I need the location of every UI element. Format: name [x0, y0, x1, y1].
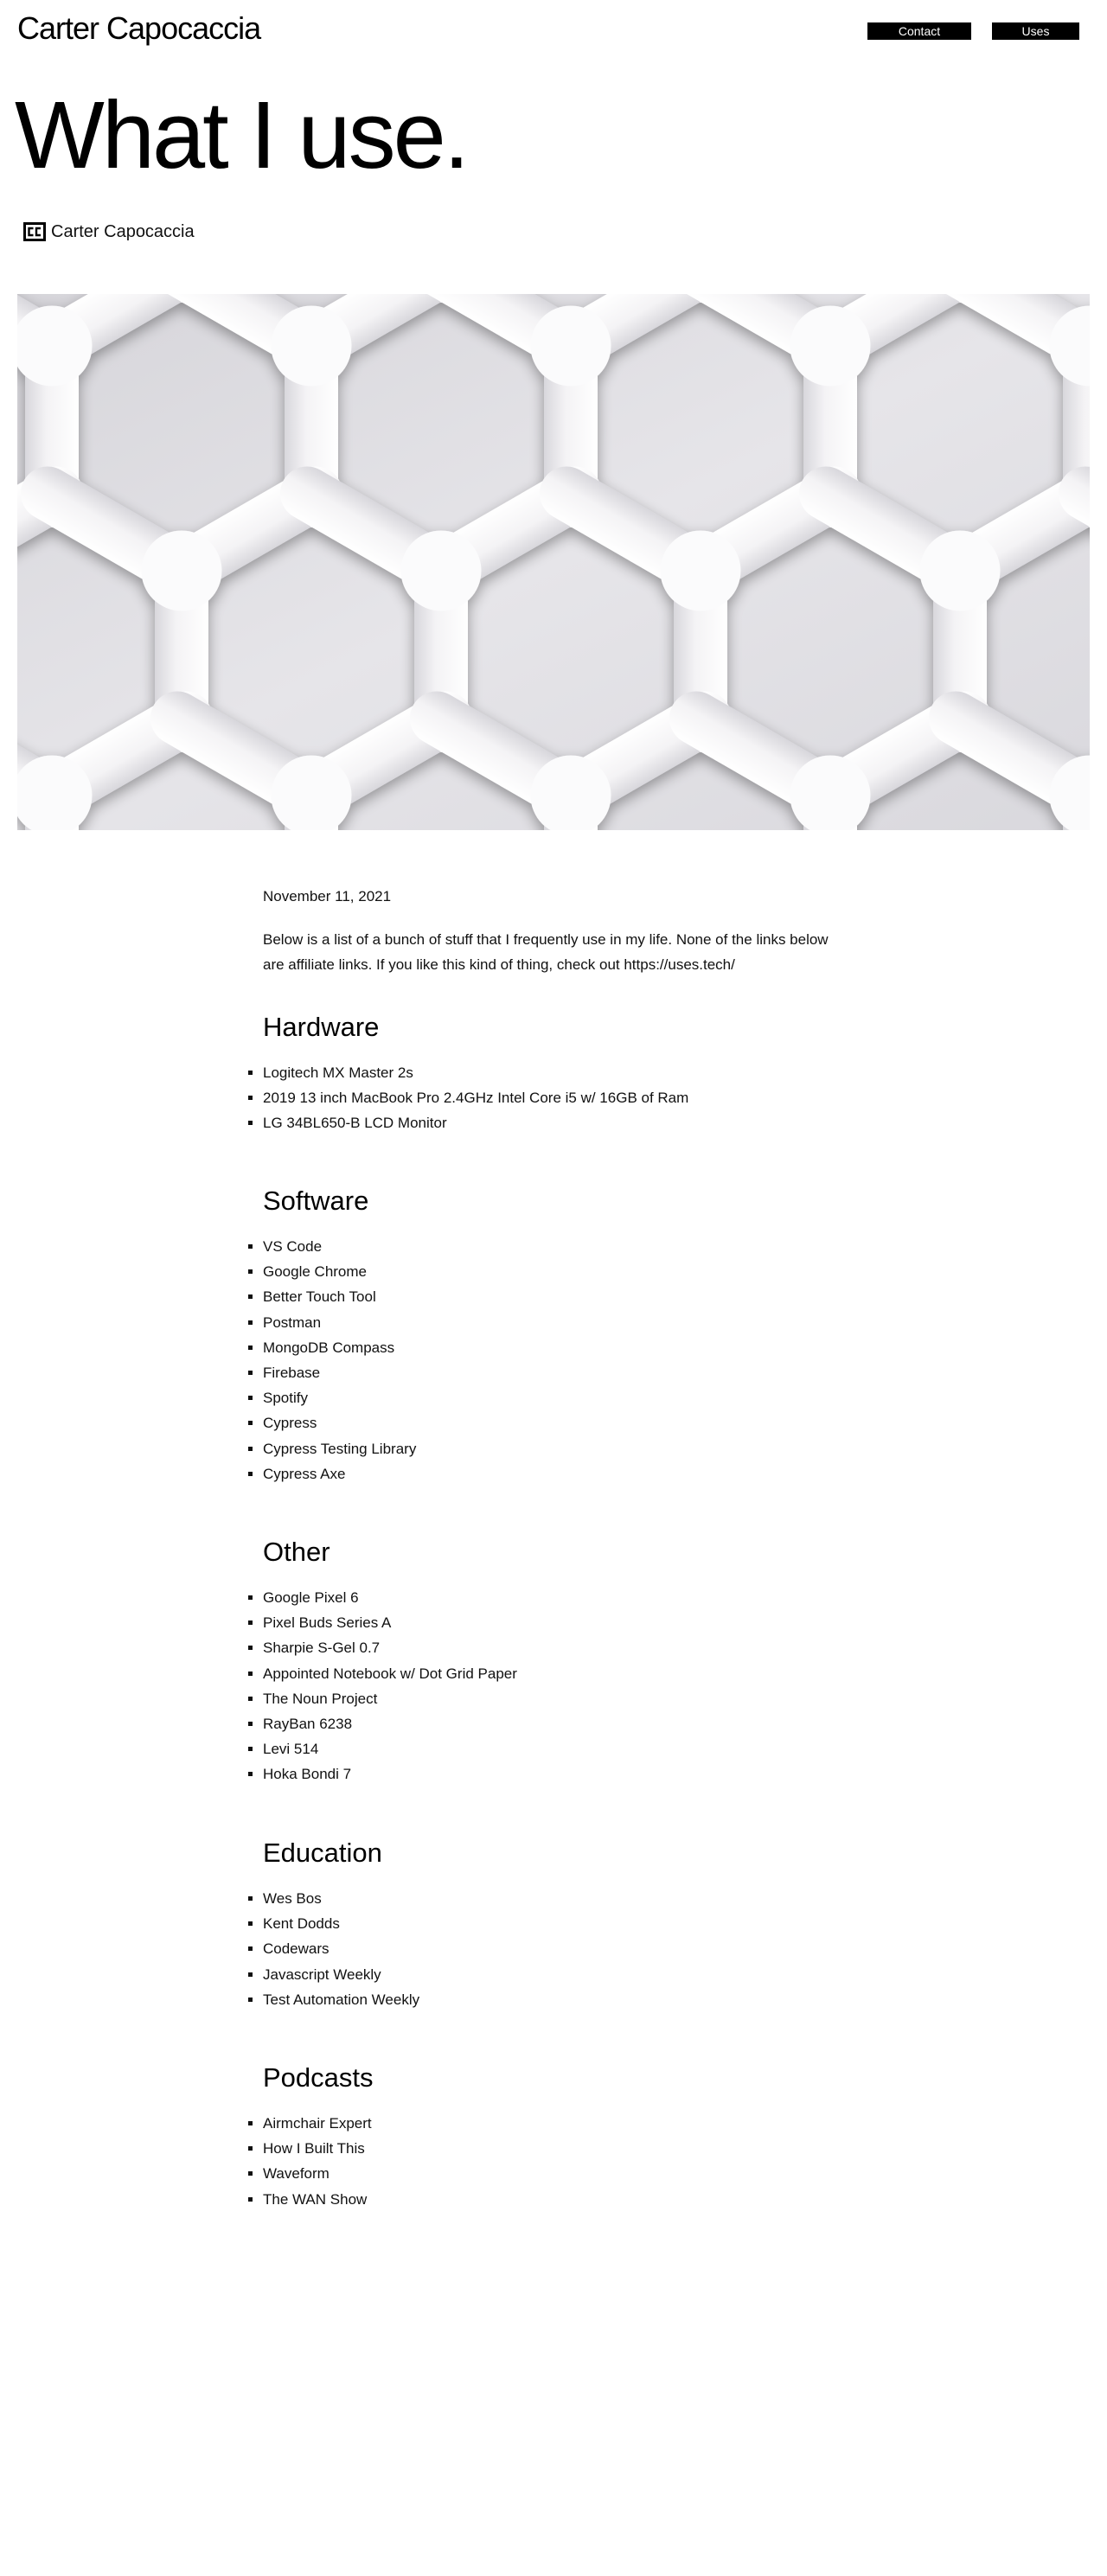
list-item: Pixel Buds Series A [263, 1610, 844, 1635]
list-item: Kent Dodds [263, 1911, 844, 1936]
list-item: The Noun Project [263, 1686, 844, 1711]
list-item: Cypress Axe [263, 1461, 844, 1486]
list-item: Hoka Bondi 7 [263, 1761, 844, 1787]
list-item: Test Automation Weekly [263, 1987, 844, 2012]
list-item: The WAN Show [263, 2187, 844, 2212]
list-item: Firebase [263, 1360, 844, 1385]
item-list: VS Code Google Chrome Better Touch Tool … [263, 1234, 844, 1486]
list-item: Cypress [263, 1410, 844, 1435]
list-item: MongoDB Compass [263, 1335, 844, 1360]
author-name: Carter Capocaccia [51, 221, 195, 241]
list-item: Levi 514 [263, 1736, 844, 1761]
page-title: What I use. [15, 82, 470, 189]
nav-uses-button[interactable]: Uses [992, 22, 1079, 40]
list-item: Airmchair Expert [263, 2111, 844, 2136]
section-other: Other Google Pixel 6 Pixel Buds Series A… [263, 1535, 844, 1787]
item-list: Google Pixel 6 Pixel Buds Series A Sharp… [263, 1585, 844, 1787]
list-item: Javascript Weekly [263, 1962, 844, 1987]
item-list: Airmchair Expert How I Built This Wavefo… [263, 2111, 844, 2212]
section-title: Hardware [263, 1012, 380, 1042]
section-title: Education [263, 1838, 382, 1868]
section-hardware: Hardware Logitech MX Master 2s 2019 13 i… [263, 1010, 844, 1136]
hero-image [17, 294, 1090, 830]
list-item: LG 34BL650-B LCD Monitor [263, 1110, 844, 1135]
nav-contact-button[interactable]: Contact [867, 22, 971, 40]
item-list: Logitech MX Master 2s 2019 13 inch MacBo… [263, 1060, 844, 1136]
list-item: 2019 13 inch MacBook Pro 2.4GHz Intel Co… [263, 1085, 844, 1110]
list-item: RayBan 6238 [263, 1711, 844, 1736]
list-item: Cypress Testing Library [263, 1436, 844, 1461]
site-title-link[interactable]: Carter Capocaccia [17, 10, 261, 47]
list-item: VS Code [263, 1234, 844, 1259]
post-intro: Below is a list of a bunch of stuff that… [263, 931, 829, 973]
list-item: Appointed Notebook w/ Dot Grid Paper [263, 1661, 844, 1686]
post-date: November 11, 2021 [263, 888, 392, 904]
list-item: Wes Bos [263, 1886, 844, 1911]
list-item: Sharpie S-Gel 0.7 [263, 1635, 844, 1660]
list-item: Spotify [263, 1385, 844, 1410]
section-education: Education Wes Bos Kent Dodds Codewars Ja… [263, 1836, 844, 2012]
list-item: Better Touch Tool [263, 1284, 844, 1309]
section-software: Software VS Code Google Chrome Better To… [263, 1184, 844, 1486]
list-item: Logitech MX Master 2s [263, 1060, 844, 1085]
cc-monogram-icon [23, 222, 46, 241]
list-item: How I Built This [263, 2136, 844, 2161]
list-item: Google Pixel 6 [263, 1585, 844, 1610]
item-list: Wes Bos Kent Dodds Codewars Javascript W… [263, 1886, 844, 2012]
list-item: Google Chrome [263, 1259, 844, 1284]
list-item: Codewars [263, 1936, 844, 1961]
post-content: November 11, 2021 Below is a list of a b… [263, 882, 844, 2208]
section-title: Podcasts [263, 2062, 374, 2093]
site-header: Carter Capocaccia Contact Uses [0, 0, 1107, 69]
list-item: Waveform [263, 2161, 844, 2186]
section-podcasts: Podcasts Airmchair Expert How I Built Th… [263, 2061, 844, 2212]
section-title: Other [263, 1537, 330, 1567]
author-byline: Carter Capocaccia [23, 221, 195, 243]
list-item: Postman [263, 1310, 844, 1335]
section-title: Software [263, 1186, 369, 1216]
